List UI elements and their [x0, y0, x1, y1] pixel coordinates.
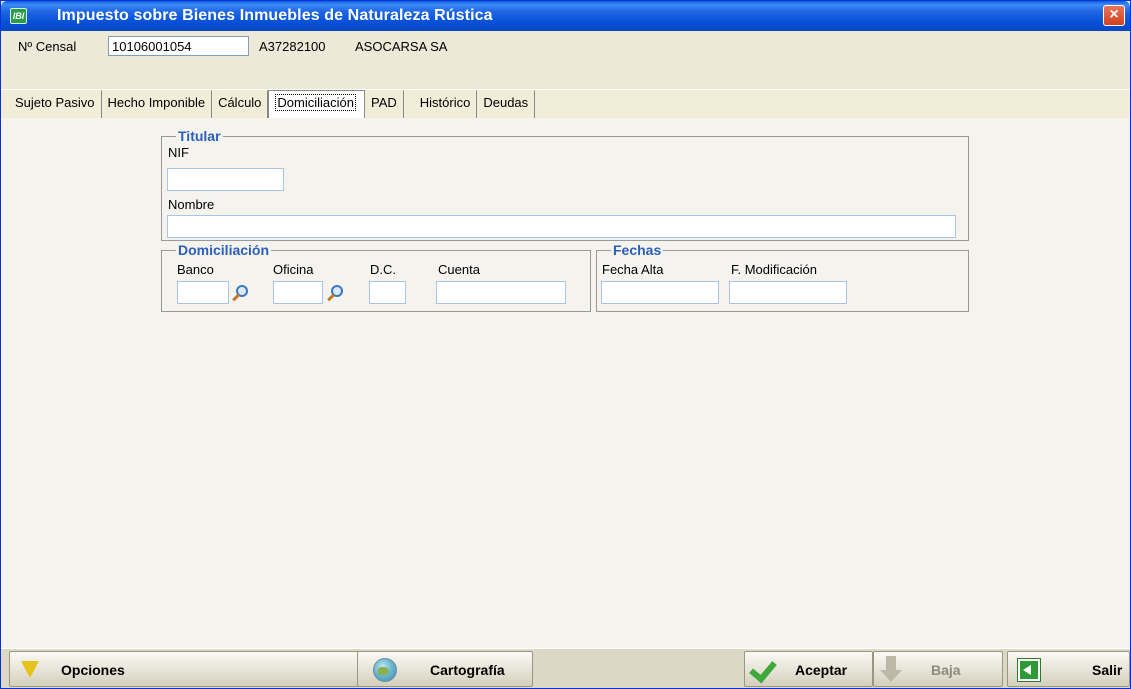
close-button[interactable]: × [1103, 5, 1125, 26]
check-icon [749, 654, 777, 684]
main-window: IBI Impuesto sobre Bienes Inmuebles de N… [0, 0, 1131, 689]
nif-label: NIF [168, 145, 189, 160]
cartografia-button[interactable]: Cartografía [357, 651, 533, 687]
opciones-button[interactable]: Opciones [9, 651, 361, 687]
dc-input[interactable] [369, 281, 406, 304]
titular-title: Titular [176, 128, 223, 144]
tab-deudas[interactable]: Deudas [477, 90, 536, 118]
baja-button[interactable]: Baja [873, 651, 1003, 687]
bottom-toolbar: Opciones Cartografía Aceptar Baja Salir [1, 648, 1130, 688]
banco-label: Banco [177, 262, 214, 277]
banco-search-icon[interactable] [230, 283, 252, 305]
aceptar-label: Aceptar [795, 662, 848, 678]
salir-button[interactable]: Salir [1007, 651, 1130, 687]
opciones-label: Opciones [61, 662, 125, 678]
tab-sujeto-pasivo[interactable]: Sujeto Pasivo [9, 90, 102, 118]
fechas-title: Fechas [611, 242, 664, 258]
tabs: Sujeto Pasivo Hecho Imponible Cálculo Do… [9, 90, 536, 120]
cuenta-input[interactable] [436, 281, 566, 304]
fechas-group: Fechas Fecha Alta F. Modificación [596, 243, 969, 312]
window-title: Impuesto sobre Bienes Inmuebles de Natur… [57, 7, 493, 24]
banco-input[interactable] [177, 281, 229, 304]
funnel-icon [21, 661, 39, 678]
census-nif: A37282100 [259, 39, 326, 54]
salir-label: Salir [1092, 662, 1123, 678]
cuenta-label: Cuenta [438, 262, 480, 277]
census-row: Nº Censal A37282100 ASOCARSA SA [1, 31, 1130, 59]
domiciliacion-group: Domiciliación Banco Oficina D.C. Cuenta [161, 243, 591, 312]
tab-pad[interactable]: PAD [365, 90, 404, 118]
census-owner-name: ASOCARSA SA [355, 39, 448, 54]
tab-domiciliacion-label: Domiciliación [275, 94, 356, 111]
nombre-input[interactable] [167, 215, 956, 238]
tab-hecho-imponible[interactable]: Hecho Imponible [102, 90, 213, 118]
fecha-alta-label: Fecha Alta [602, 262, 664, 277]
domiciliacion-title: Domiciliación [176, 242, 272, 258]
census-number-input[interactable] [108, 36, 249, 56]
tab-domiciliacion[interactable]: Domiciliación [268, 90, 365, 120]
tab-historico[interactable]: Histórico [414, 90, 478, 118]
census-label: Nº Censal [18, 39, 77, 54]
title-bar[interactable]: IBI Impuesto sobre Bienes Inmuebles de N… [1, 1, 1130, 31]
exit-icon [1018, 659, 1040, 681]
nif-input[interactable] [167, 168, 284, 191]
fecha-modificacion-label: F. Modificación [731, 262, 817, 277]
oficina-input[interactable] [273, 281, 323, 304]
oficina-label: Oficina [273, 262, 314, 277]
cartografia-label: Cartografía [430, 662, 505, 678]
fecha-alta-input[interactable] [601, 281, 719, 304]
app-icon: IBI [10, 8, 27, 24]
titular-group: Titular NIF Nombre [161, 129, 969, 241]
oficina-search-icon[interactable] [325, 283, 347, 305]
tab-calculo[interactable]: Cálculo [212, 90, 269, 118]
nombre-label: Nombre [168, 197, 215, 212]
aceptar-button[interactable]: Aceptar [744, 651, 873, 687]
baja-label: Baja [931, 662, 961, 678]
tab-content: Titular NIF Nombre Domiciliación Banco O… [1, 118, 1130, 648]
globe-icon [373, 658, 397, 682]
dc-label: D.C. [370, 262, 396, 277]
arrow-down-icon [880, 656, 902, 682]
fecha-modificacion-input[interactable] [729, 281, 847, 304]
